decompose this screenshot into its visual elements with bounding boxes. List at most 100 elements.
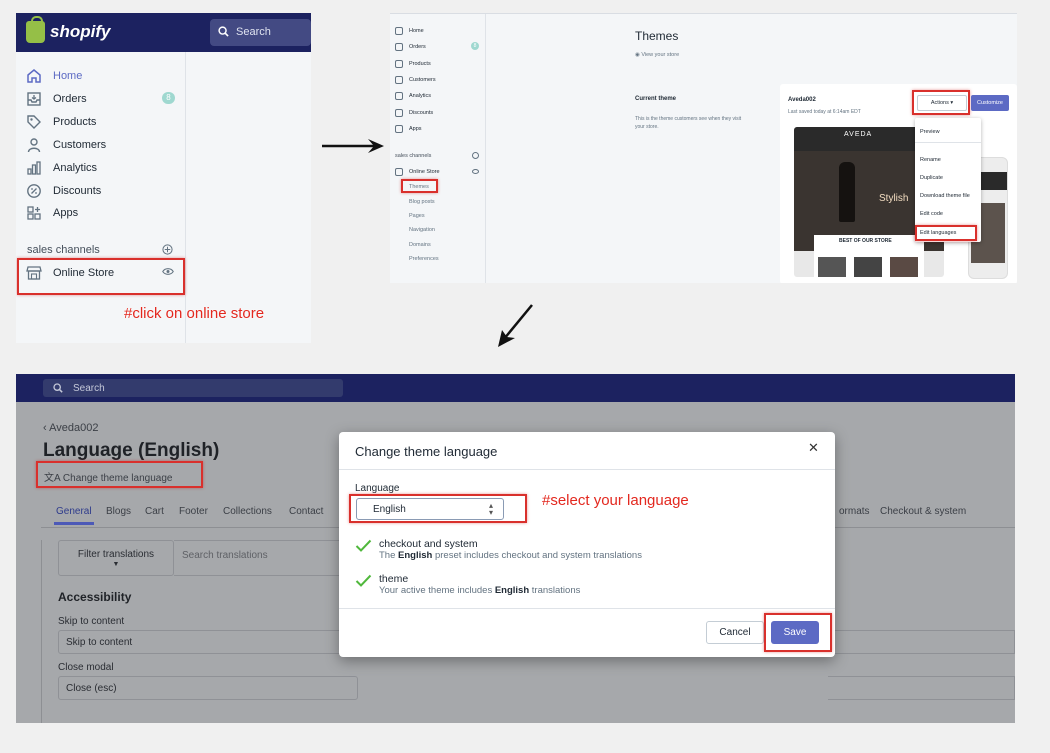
sidebar-item-orders[interactable]: Orders	[26, 91, 87, 107]
language-label: Language	[355, 483, 400, 494]
search-icon	[53, 383, 63, 393]
desc-text: Your active theme includes	[379, 585, 495, 596]
sidebar	[390, 14, 486, 283]
sidebar-item-analytics[interactable]: Analytics	[395, 92, 431, 100]
eye-icon[interactable]	[472, 169, 479, 174]
annotation-select-language: #select your language	[542, 492, 689, 509]
theme-title: theme	[379, 573, 409, 585]
sidebar-item-label: Customers	[409, 77, 436, 83]
search-icon	[218, 26, 229, 37]
menu-item-duplicate[interactable]: Duplicate	[920, 175, 943, 181]
sidebar-item-label: Online Store	[409, 169, 440, 175]
input-right-segment	[828, 630, 1015, 654]
field-label-skip-to-content: Skip to content	[58, 616, 125, 627]
sidebar-item-orders[interactable]: Orders	[395, 43, 426, 51]
sidebar-item-customers[interactable]: Customers	[395, 76, 436, 84]
add-channel-icon[interactable]	[472, 152, 479, 159]
tab-footer[interactable]: Footer	[179, 506, 208, 517]
desc-text: translations	[529, 585, 581, 596]
sales-channels-heading: sales channels	[27, 244, 100, 256]
down-left-arrow-icon	[498, 304, 533, 347]
sidebar-subitem-preferences[interactable]: Preferences	[409, 256, 439, 262]
orders-icon	[395, 43, 403, 51]
highlight-language-select	[349, 494, 527, 523]
sidebar-item-label: Analytics	[53, 162, 98, 174]
sidebar-subitem-domains[interactable]: Domains	[409, 242, 431, 248]
sales-channels-heading: sales channels	[395, 153, 432, 159]
desc-text: preset includes checkout and system tran…	[432, 550, 642, 561]
person-icon	[27, 138, 41, 153]
close-modal-input[interactable]: Close (esc)	[58, 676, 358, 700]
tag-icon	[27, 115, 41, 129]
apps-icon	[27, 206, 41, 220]
field-value: Skip to content	[66, 637, 133, 648]
discount-icon	[395, 109, 403, 117]
admin-topbar: Search	[16, 374, 1015, 402]
add-channel-icon[interactable]	[162, 244, 173, 255]
sidebar-item-customers[interactable]: Customers	[26, 137, 106, 153]
sidebar-subitem-navigation[interactable]: Navigation	[409, 227, 435, 233]
sidebar-item-online-store[interactable]: Online Store	[395, 168, 440, 176]
search-translations-input[interactable]: Search translations	[174, 540, 354, 576]
menu-item-rename[interactable]: Rename	[920, 157, 941, 163]
search-input[interactable]: Search	[43, 379, 343, 397]
preview-headline: Stylish	[879, 193, 909, 204]
tab-contact[interactable]: Contact	[289, 506, 323, 517]
bar-chart-icon	[27, 161, 41, 175]
tab-blogs[interactable]: Blogs	[106, 506, 131, 517]
modal-footer-divider	[339, 608, 835, 609]
home-icon	[27, 69, 41, 83]
close-icon[interactable]: ✕	[808, 440, 819, 456]
step2-screenshot: Home Orders 8 Products Customers Analyti…	[390, 13, 1017, 283]
view-store-link[interactable]: ◉ View your store	[635, 52, 679, 58]
shopify-logo[interactable]: shopify	[26, 16, 110, 43]
tab-collections[interactable]: Collections	[223, 506, 272, 517]
highlight-change-language	[36, 461, 203, 488]
tab-general[interactable]: General	[56, 506, 92, 517]
checkout-system-description: The English preset includes checkout and…	[379, 550, 642, 561]
content-border	[41, 540, 42, 723]
search-translations-placeholder: Search translations	[182, 550, 268, 561]
sidebar-item-home[interactable]: Home	[395, 27, 424, 35]
cancel-button[interactable]: Cancel	[706, 621, 764, 644]
skip-to-content-input[interactable]: Skip to content	[58, 630, 358, 654]
sidebar-item-apps[interactable]: Apps	[26, 205, 78, 221]
sidebar-item-analytics[interactable]: Analytics	[26, 160, 97, 176]
sidebar-item-discounts[interactable]: Discounts	[395, 109, 433, 117]
discount-icon	[27, 184, 41, 198]
menu-item-download-theme[interactable]: Download theme file	[920, 193, 970, 199]
sidebar-item-label: Products	[409, 61, 431, 67]
checkout-system-title: checkout and system	[379, 538, 478, 550]
menu-divider	[915, 142, 981, 143]
sidebar-item-home[interactable]: Home	[26, 68, 82, 84]
sidebar-subitem-pages[interactable]: Pages	[409, 213, 425, 219]
sidebar-item-label: Products	[53, 116, 97, 128]
search-input[interactable]: Search	[210, 19, 311, 46]
desc-language: English	[398, 550, 433, 561]
person-icon	[395, 76, 403, 84]
home-icon	[395, 27, 403, 35]
tab-formats[interactable]: ormats	[839, 506, 870, 517]
tag-icon	[395, 60, 403, 68]
sidebar-item-discounts[interactable]: Discounts	[26, 183, 101, 199]
orders-count-badge: 8	[162, 92, 175, 104]
input-right-segment	[828, 676, 1015, 700]
sidebar-item-apps[interactable]: Apps	[395, 125, 422, 133]
bar-chart-icon	[395, 92, 403, 100]
modal-title: Change theme language	[355, 444, 498, 459]
tab-checkout-system[interactable]: Checkout & system	[880, 506, 966, 517]
highlight-online-store	[17, 258, 185, 295]
preview-brand: AVEDA	[844, 131, 873, 138]
filter-translations-button[interactable]: Filter translations ▼	[58, 540, 174, 576]
menu-item-preview[interactable]: Preview	[920, 129, 940, 135]
sidebar-subitem-blog-posts[interactable]: Blog posts	[409, 199, 435, 205]
menu-item-edit-code[interactable]: Edit code	[920, 211, 943, 217]
customize-button[interactable]: Customize	[971, 95, 1009, 111]
breadcrumb[interactable]: ‹ Aveda002	[43, 422, 98, 434]
sidebar-item-products[interactable]: Products	[395, 60, 431, 68]
tab-cart[interactable]: Cart	[145, 506, 164, 517]
sidebar-item-label: Discounts	[53, 185, 102, 197]
view-store-label: View your store	[641, 52, 680, 58]
field-label-close-modal: Close modal	[58, 662, 114, 673]
sidebar-item-products[interactable]: Products	[26, 114, 96, 130]
